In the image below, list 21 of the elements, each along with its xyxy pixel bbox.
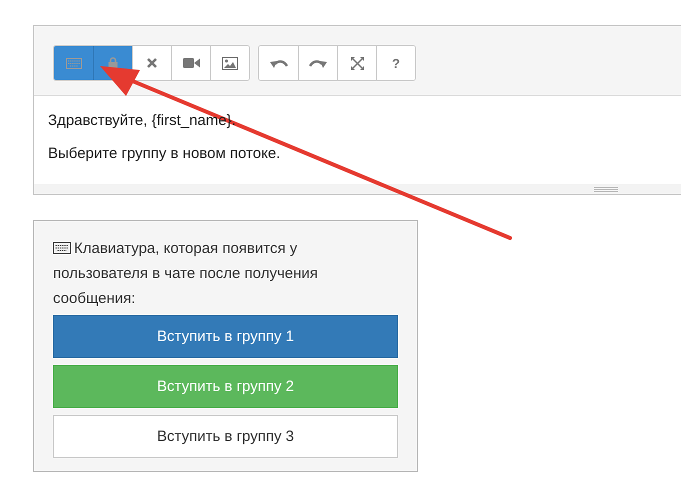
keyboard-button[interactable]: Вступить в группу 1 — [53, 315, 398, 358]
keyboard-button[interactable]: Вступить в группу 3 — [53, 415, 398, 458]
close-icon — [147, 58, 157, 68]
keyboard-button[interactable]: Вступить в группу 2 — [53, 365, 398, 408]
undo-icon — [270, 58, 288, 68]
undo-button[interactable] — [259, 46, 298, 80]
fullscreen-button[interactable] — [337, 46, 376, 80]
redo-button[interactable] — [298, 46, 337, 80]
resize-handle-icon[interactable] — [594, 186, 618, 192]
keyboard-icon — [53, 242, 71, 254]
redo-icon — [309, 58, 327, 68]
remove-button[interactable] — [132, 46, 171, 80]
image-icon — [222, 56, 238, 70]
keyboard-caption: Клавиатура, которая появится у пользователя в чате после получения сообщения: — [53, 239, 319, 309]
image-button[interactable] — [210, 46, 249, 80]
help-button[interactable]: ? — [376, 46, 415, 80]
message-text: Выберите группу в новом потоке. — [48, 145, 280, 162]
fullscreen-icon — [350, 56, 364, 70]
video-camera-icon — [182, 57, 200, 69]
video-button[interactable] — [171, 46, 210, 80]
keyboard-icon — [66, 58, 82, 68]
